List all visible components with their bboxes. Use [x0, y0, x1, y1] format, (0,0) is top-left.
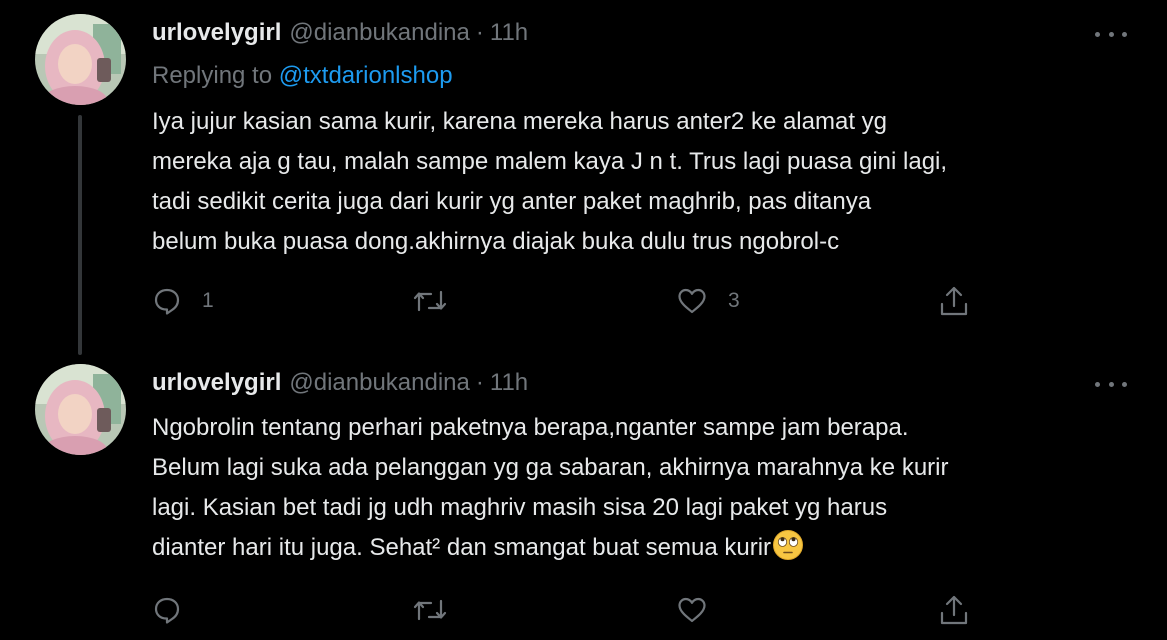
tweet-text: Ngobrolin tentang perhari paketnya berap…	[152, 408, 1112, 574]
avatar[interactable]	[35, 14, 126, 105]
author-name[interactable]: urlovelygirl	[152, 369, 281, 397]
text-line: Ngobrolin tentang perhari paketnya berap…	[152, 414, 909, 441]
mention-link[interactable]: @txtdarionlshop	[279, 62, 453, 89]
share-icon	[940, 595, 968, 625]
author-name[interactable]: urlovelygirl	[152, 19, 281, 47]
author-handle[interactable]: @dianbukandina	[289, 19, 470, 47]
replying-to: Replying to @txtdarionlshop	[152, 62, 453, 90]
avatar[interactable]	[35, 364, 126, 455]
text-line: tadi sedikit cerita juga dari kurir yg a…	[152, 188, 872, 215]
like-button[interactable]: 3	[676, 281, 740, 321]
share-button[interactable]	[938, 590, 970, 630]
like-icon	[678, 597, 706, 623]
author-handle[interactable]: @dianbukandina	[289, 369, 470, 397]
text-line: mereka aja g tau, malah sampe malem kaya…	[152, 148, 948, 175]
like-button[interactable]	[676, 590, 728, 630]
tweet-header: urlovelygirl @dianbukandina · 11h	[152, 366, 528, 400]
share-button[interactable]	[938, 281, 970, 321]
action-bar: 1 3	[0, 281, 1167, 321]
tweet-text: Iya jujur kasian sama kurir, karena mere…	[152, 102, 1112, 262]
timestamp[interactable]: 11h	[490, 19, 528, 47]
retweet-icon	[413, 290, 447, 312]
reply-count: 1	[202, 289, 214, 312]
tweet-header: urlovelygirl @dianbukandina · 11h	[152, 16, 528, 50]
like-icon	[678, 288, 706, 314]
action-bar	[0, 590, 1167, 630]
text-line: belum buka puasa dong.akhirnya diajak bu…	[152, 228, 840, 255]
replying-prefix: Replying to	[152, 62, 273, 89]
text-line: Iya jujur kasian sama kurir, karena mere…	[152, 108, 888, 135]
separator: ·	[475, 19, 484, 46]
more-icon[interactable]	[1095, 372, 1127, 396]
text-line-with-emoji: dianter hari itu juga. Sehat² dan smanga…	[152, 528, 1112, 574]
retweet-icon	[413, 599, 447, 621]
face-with-rolling-eyes-icon	[772, 529, 804, 574]
more-icon[interactable]	[1095, 22, 1127, 46]
share-icon	[940, 286, 968, 316]
reply-icon	[154, 597, 180, 624]
retweet-button[interactable]	[412, 281, 468, 321]
text-line: dianter hari itu juga. Sehat² dan smanga…	[152, 534, 772, 561]
like-count: 3	[728, 289, 740, 312]
tweet[interactable]: urlovelygirl @dianbukandina · 11h Ngobro…	[0, 350, 1167, 640]
text-line: lagi. Kasian bet tadi jg udh maghriv mas…	[152, 494, 888, 521]
separator: ·	[475, 369, 484, 396]
reply-icon	[154, 288, 180, 315]
reply-button[interactable]	[152, 590, 202, 630]
timestamp[interactable]: 11h	[490, 369, 528, 397]
tweet[interactable]: urlovelygirl @dianbukandina · 11h Replyi…	[0, 0, 1167, 355]
reply-button[interactable]: 1	[152, 281, 214, 321]
text-line: Belum lagi suka ada pelanggan yg ga saba…	[152, 454, 949, 481]
retweet-button[interactable]	[412, 590, 468, 630]
